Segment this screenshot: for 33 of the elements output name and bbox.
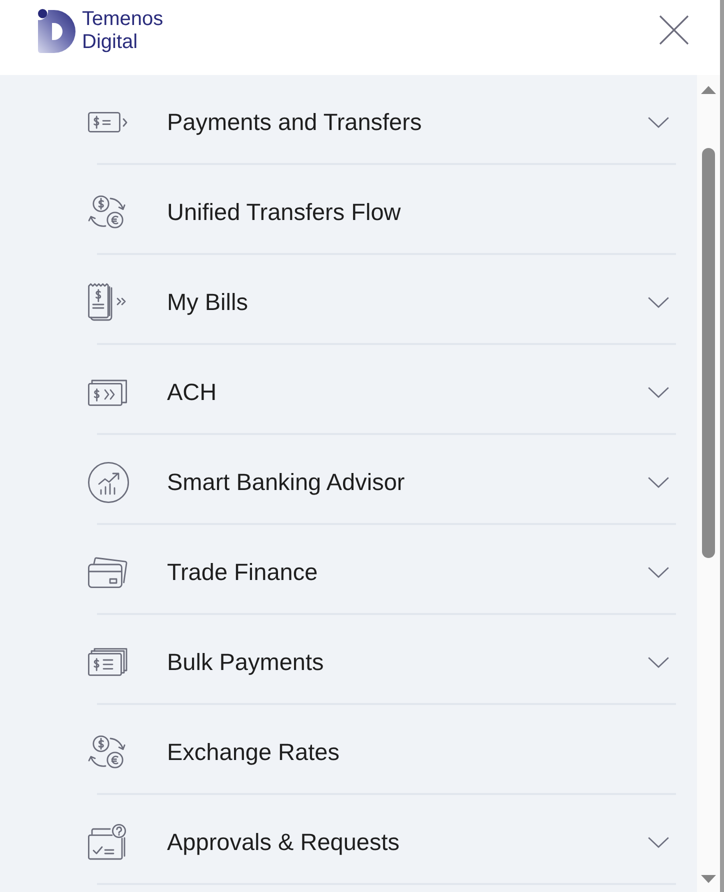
banknote-arrows-icon xyxy=(88,378,128,406)
chart-circle-icon xyxy=(88,462,129,502)
menu-item[interactable]: Trade Finance xyxy=(88,525,669,613)
currency-exchange-icon xyxy=(88,735,128,769)
menu-item[interactable]: Approvals & Requests xyxy=(88,795,669,883)
card-icon xyxy=(88,556,128,588)
chevron-down-icon xyxy=(648,566,669,578)
close-button[interactable] xyxy=(659,15,689,45)
chevron-down-icon xyxy=(648,656,669,668)
menu-item[interactable]: Payments and Transfers xyxy=(88,75,669,163)
menu-item[interactable]: Bulk Payments xyxy=(88,615,669,703)
scroll-down-arrow-icon[interactable] xyxy=(701,875,716,883)
menu-item[interactable]: Smart Banking Advisor xyxy=(88,435,669,523)
menu-item[interactable]: Unified Transfers Flow xyxy=(88,165,669,253)
logo-text: Digital xyxy=(82,31,139,54)
menu-item[interactable]: My Bills xyxy=(88,255,669,343)
receipt-arrows-icon xyxy=(88,283,128,321)
banknote-arrow-icon xyxy=(88,112,128,132)
scrollbar-thumb[interactable] xyxy=(702,148,715,558)
logo-mark-icon xyxy=(38,9,76,53)
close-icon xyxy=(659,15,689,45)
chevron-down-icon xyxy=(648,836,669,848)
logo-text: Temenos xyxy=(82,8,164,31)
chevron-down-icon xyxy=(648,296,669,308)
checklist-question-icon xyxy=(88,824,128,860)
chevron-down-icon xyxy=(648,116,669,128)
menu-item[interactable]: ACH xyxy=(88,345,669,433)
banknote-stack-icon xyxy=(88,648,128,676)
scroll-up-arrow-icon[interactable] xyxy=(701,86,716,94)
menu-item[interactable]: Exchange Rates xyxy=(88,705,669,793)
chevron-down-icon xyxy=(648,476,669,488)
currency-exchange-icon xyxy=(88,195,128,229)
chevron-down-icon xyxy=(648,386,669,398)
